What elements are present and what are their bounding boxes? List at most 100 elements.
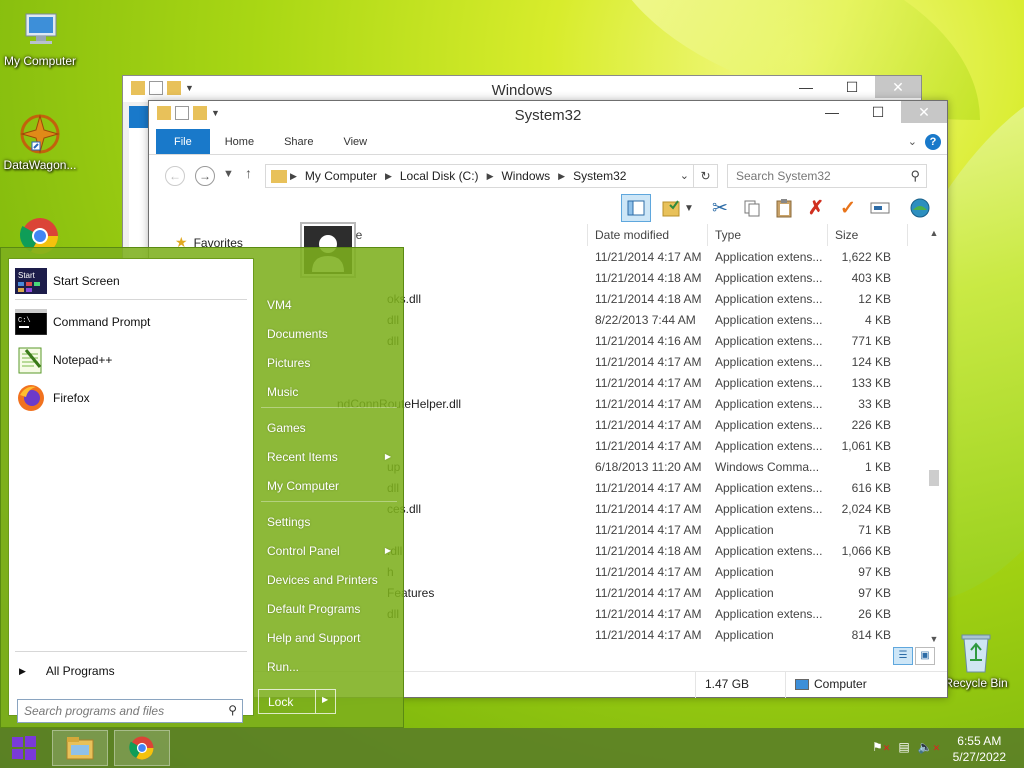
- start-menu-link-settings[interactable]: Settings: [259, 509, 403, 535]
- table-row[interactable]: up6/18/2013 11:20 AMWindows Comma...1 KB: [349, 456, 929, 477]
- close-button[interactable]: ✕: [901, 101, 947, 123]
- clock[interactable]: 6:55 AM 5/27/2022: [953, 733, 1006, 765]
- table-row[interactable]: dll11/21/2014 4:17 AMApplication extens.…: [349, 477, 929, 498]
- start-menu-link-music[interactable]: Music: [259, 379, 403, 405]
- start-menu-link-run[interactable]: Run...: [259, 654, 403, 680]
- expand-ribbon-icon[interactable]: ⌄: [908, 135, 917, 148]
- paste-icon[interactable]: [769, 194, 799, 222]
- help-button[interactable]: ?: [925, 134, 941, 150]
- search-input[interactable]: Search System32 ⚲: [727, 164, 927, 188]
- table-row[interactable]: Features 11/21/2014 4:17 AM Application 97 …: [349, 582, 929, 603]
- start-menu-link-documents[interactable]: Documents: [259, 321, 403, 347]
- title-bar[interactable]: ▼ Windows — ☐ ✕: [123, 76, 921, 102]
- desktop-icon-recycle-bin[interactable]: Recycle Bin: [936, 630, 1016, 690]
- breadcrumb-windows[interactable]: Windows: [496, 169, 555, 183]
- minimize-button[interactable]: —: [783, 76, 829, 98]
- start-button[interactable]: [0, 728, 48, 768]
- chevron-right-icon[interactable]: ▶: [555, 171, 568, 182]
- back-button[interactable]: ←: [165, 166, 185, 186]
- chevron-down-icon[interactable]: ⌄: [680, 169, 689, 182]
- tab-view[interactable]: View: [328, 129, 382, 154]
- breadcrumb-my-computer[interactable]: My Computer: [300, 169, 382, 183]
- start-menu-link-pictures[interactable]: Pictures: [259, 350, 403, 376]
- globe-icon[interactable]: [905, 194, 935, 222]
- table-row[interactable]: oks.dll 11/21/2014 4:18 AM Application ext…: [349, 288, 929, 309]
- chevron-right-icon[interactable]: ▶: [382, 171, 395, 182]
- table-row[interactable]: h11/21/2014 4:17 AMApplication97 KB: [349, 561, 929, 582]
- breadcrumb-system32[interactable]: System32: [568, 169, 631, 183]
- start-menu-link-devices-and-printers[interactable]: Devices and Printers: [259, 567, 403, 593]
- breadcrumb-local-disk[interactable]: Local Disk (C:): [395, 169, 484, 183]
- desktop-icon-my-computer[interactable]: My Computer: [0, 8, 80, 68]
- delete-icon[interactable]: ✗: [801, 194, 831, 222]
- up-button[interactable]: ↑: [245, 165, 252, 181]
- close-button[interactable]: ✕: [875, 76, 921, 98]
- tab-file[interactable]: File: [156, 129, 210, 154]
- preview-pane-icon[interactable]: [621, 194, 651, 222]
- network-icon[interactable]: ▤: [898, 740, 909, 754]
- start-menu-link-games[interactable]: Games: [259, 415, 403, 441]
- table-row[interactable]: 11/21/2014 4:17 AM Application extens... 1…: [349, 246, 929, 267]
- table-row[interactable]: dll11/21/2014 4:16 AMApplication extens.…: [349, 330, 929, 351]
- column-header-size[interactable]: Size: [835, 228, 858, 242]
- minimize-button[interactable]: —: [809, 101, 855, 123]
- action-center-flag-icon[interactable]: ⚑✕: [872, 740, 890, 754]
- tab-share[interactable]: Share: [269, 129, 328, 154]
- desktop-icon-datawagon[interactable]: DataWagon...: [0, 112, 80, 172]
- start-menu-link-recent-items[interactable]: Recent Items ▶: [259, 444, 403, 470]
- start-menu-link-control-panel[interactable]: Control Panel ▶: [259, 538, 403, 564]
- address-bar[interactable]: ▶ My Computer ▶ Local Disk (C:) ▶ Window…: [265, 164, 718, 188]
- start-menu-item-start-screen[interactable]: Start Start Screen: [15, 264, 247, 298]
- tab-home[interactable]: Home: [210, 129, 269, 154]
- checkmark-icon[interactable]: ✓: [833, 194, 863, 222]
- table-row[interactable]: 11/21/2014 4:17 AM Application extens... 2…: [349, 414, 929, 435]
- title-bar[interactable]: ▼ System32 — ☐ ✕: [149, 101, 947, 129]
- table-row[interactable]: dll11/21/2014 4:17 AMApplication extens.…: [349, 603, 929, 624]
- column-header-type[interactable]: Type: [715, 228, 741, 242]
- scroll-thumb[interactable]: [929, 470, 939, 486]
- copy-icon[interactable]: [737, 194, 767, 222]
- power-options-arrow-icon[interactable]: ▶: [322, 695, 328, 704]
- taskbar-chrome[interactable]: [114, 730, 170, 766]
- table-row[interactable]: ndConnRouteHelper.dll11/21/2014 4:17 AMA…: [337, 393, 929, 414]
- search-icon[interactable]: ⚲: [228, 703, 237, 717]
- table-row[interactable]: 11/21/2014 4:17 AM Application extens... 1…: [349, 372, 929, 393]
- taskbar-file-explorer[interactable]: [52, 730, 108, 766]
- start-menu-link-help-and-support[interactable]: Help and Support: [259, 625, 403, 651]
- refresh-icon[interactable]: ↻: [693, 165, 717, 187]
- table-row[interactable]: .dll11/21/2014 4:18 AMApplication extens…: [349, 540, 929, 561]
- details-view-icon[interactable]: ☰: [893, 647, 913, 665]
- table-row[interactable]: dll8/22/2013 7:44 AMApplication extens..…: [349, 309, 929, 330]
- table-row[interactable]: ces.dll 11/21/2014 4:17 AM Application ext…: [349, 498, 929, 519]
- lock-button[interactable]: Lock ▶: [258, 689, 336, 714]
- start-menu-item-firefox[interactable]: Firefox: [15, 381, 247, 415]
- start-menu-link-my-computer[interactable]: My Computer: [259, 473, 403, 499]
- all-programs-button[interactable]: ▶ All Programs: [19, 664, 115, 678]
- table-row[interactable]: 11/21/2014 4:18 AM Application extens... 4…: [349, 267, 929, 288]
- chevron-down-icon[interactable]: ▼: [681, 194, 697, 222]
- cut-icon[interactable]: ✂: [705, 194, 735, 222]
- recent-locations-icon[interactable]: ▼: [223, 168, 234, 180]
- forward-button[interactable]: →: [195, 166, 215, 186]
- maximize-button[interactable]: ☐: [829, 76, 875, 98]
- maximize-button[interactable]: ☐: [855, 101, 901, 123]
- table-row[interactable]: 11/21/2014 4:17 AM Application extens... 1…: [349, 351, 929, 372]
- start-menu-item-notepad-plus-plus[interactable]: Notepad++: [15, 343, 247, 377]
- start-search-input[interactable]: Search programs and files ⚲: [17, 699, 243, 723]
- rename-icon[interactable]: [865, 194, 895, 222]
- chevron-right-icon[interactable]: ▶: [287, 171, 300, 182]
- volume-muted-icon[interactable]: 🔈✕: [918, 740, 941, 754]
- table-row[interactable]: 11/21/2014 4:17 AM Application extens... 1…: [349, 435, 929, 456]
- scroll-up-icon[interactable]: ▲: [927, 228, 941, 238]
- start-menu-link-default-programs[interactable]: Default Programs: [259, 596, 403, 622]
- chevron-right-icon[interactable]: ▶: [484, 171, 497, 182]
- vertical-scrollbar[interactable]: ▲ ▼: [927, 224, 941, 644]
- large-icons-view-icon[interactable]: ▣: [915, 647, 935, 665]
- scroll-down-icon[interactable]: ▼: [927, 634, 941, 644]
- table-row[interactable]: 11/21/2014 4:17 AM Application 71 KB: [349, 519, 929, 540]
- search-icon[interactable]: ⚲: [910, 168, 920, 184]
- start-menu-item-command-prompt[interactable]: C:\ Command Prompt: [15, 305, 247, 339]
- start-menu-link-vm4[interactable]: VM4: [259, 292, 403, 318]
- table-row[interactable]: 11/21/2014 4:17 AM Application 814 KB: [349, 624, 929, 645]
- column-header-date[interactable]: Date modified: [595, 228, 669, 242]
